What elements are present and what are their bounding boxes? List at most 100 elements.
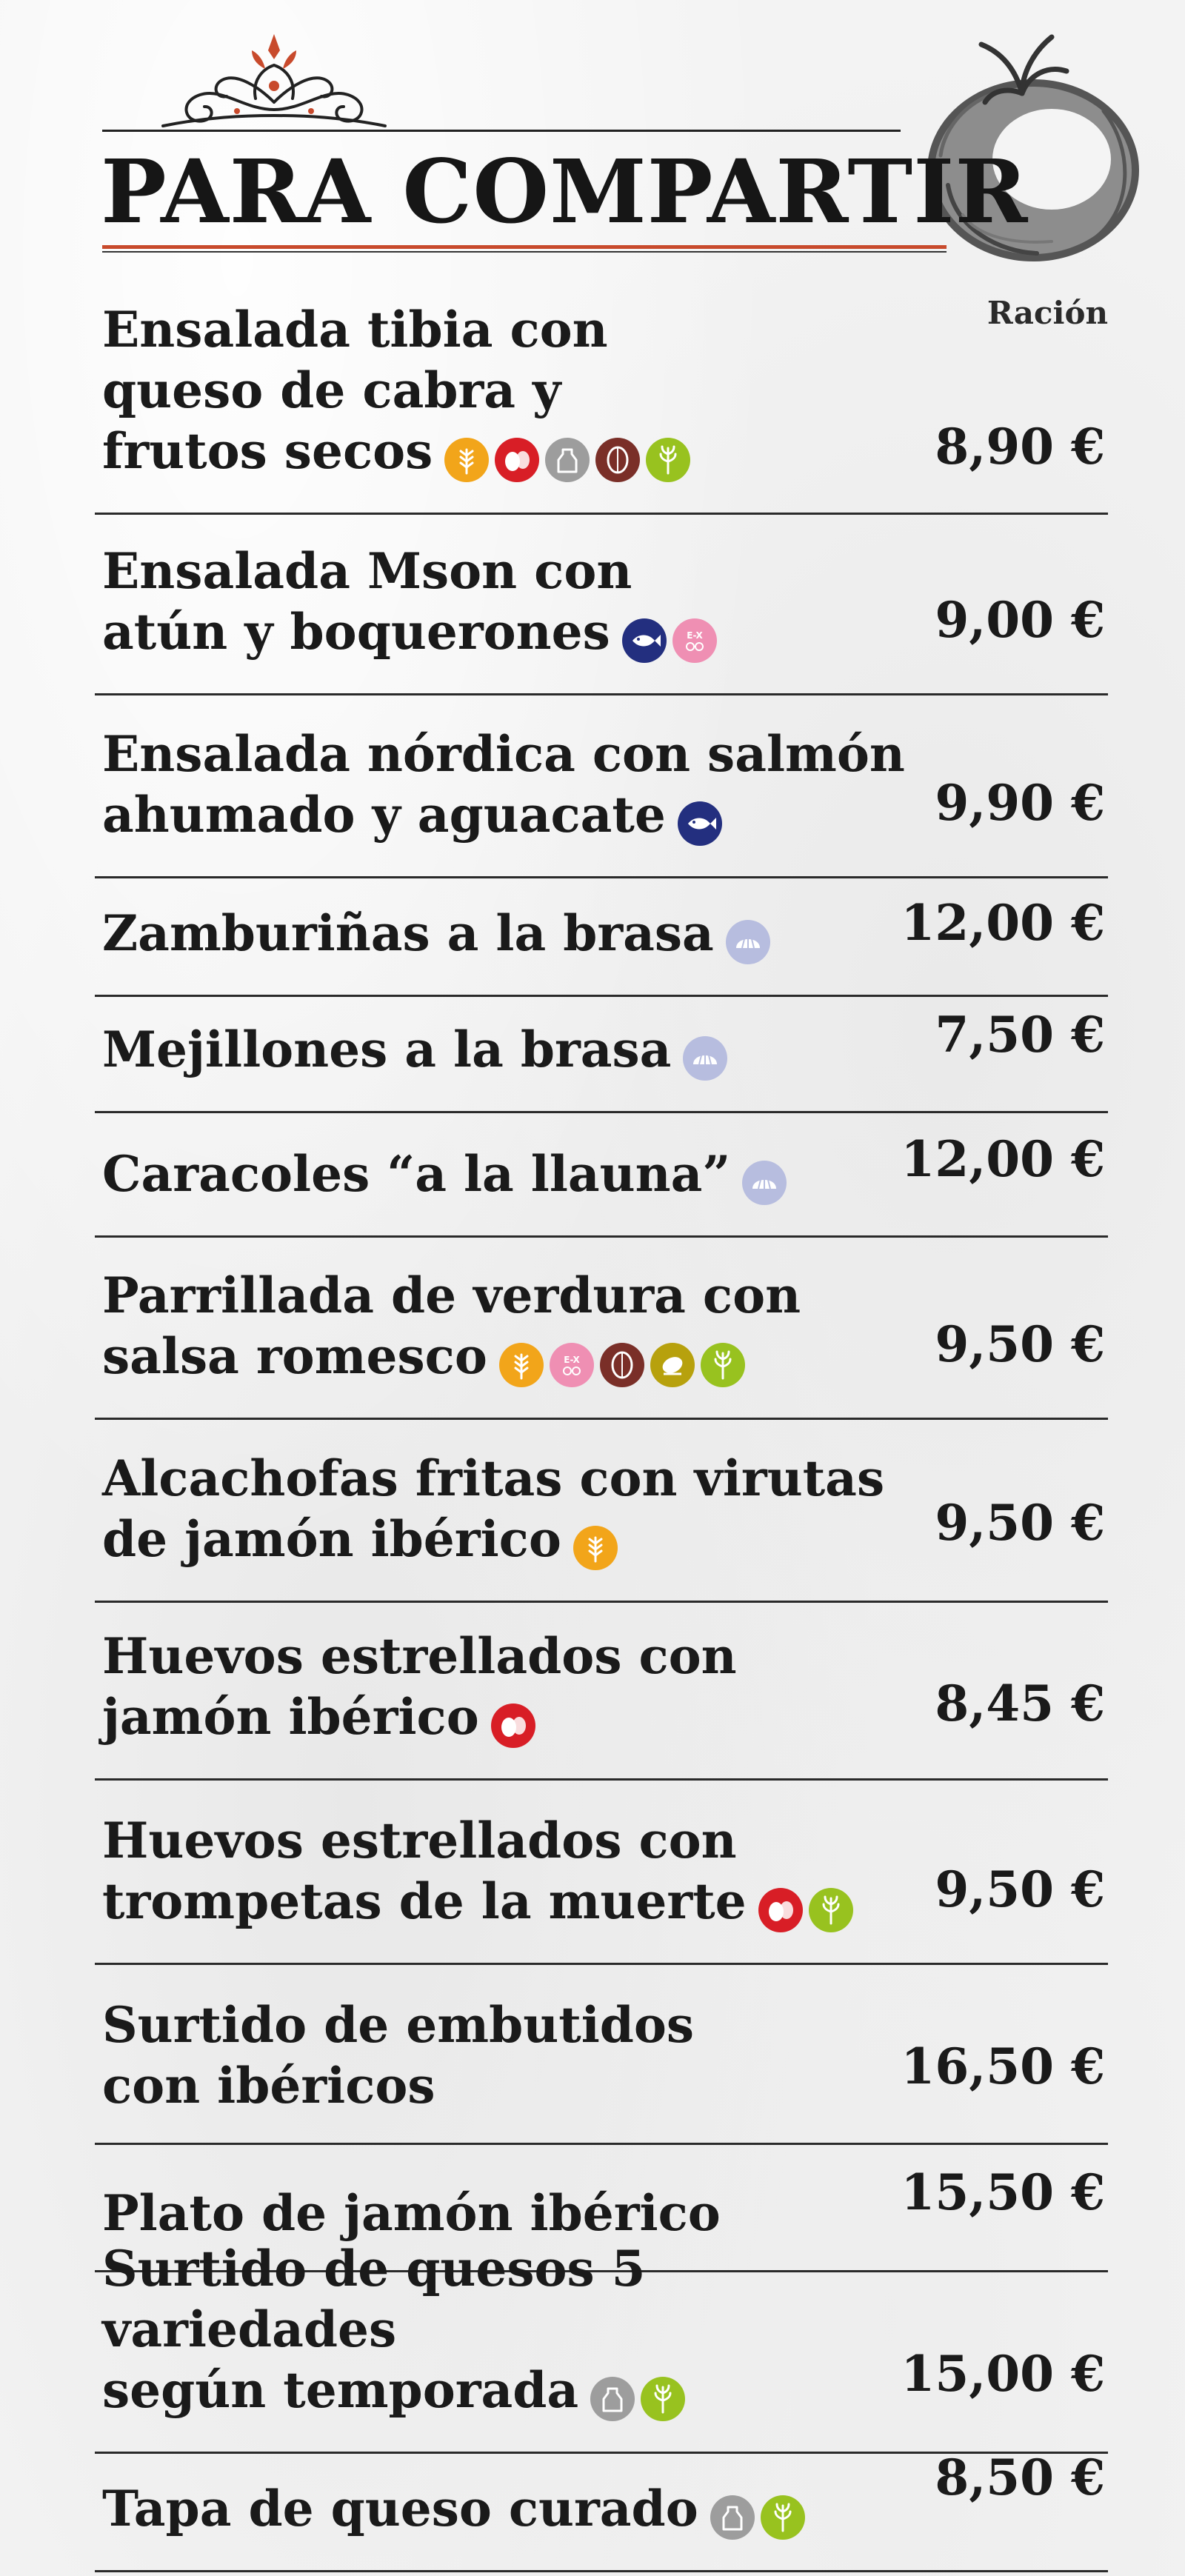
allergen-icons xyxy=(573,1513,624,1574)
ornament-flourish xyxy=(161,34,387,127)
celery-icon xyxy=(760,2495,805,2540)
celery-icon xyxy=(700,1343,745,1387)
menu-item-price: 15,00 € xyxy=(901,2345,1105,2403)
menu-item: Parrillada de verdura con salsa romesco E-… xyxy=(95,1235,1108,1420)
menu-item-price: 9,50 € xyxy=(935,1861,1105,1918)
menu-item-price: 12,00 € xyxy=(901,894,1105,952)
menu-item-name-line: Mejillones a la brasa xyxy=(102,1021,672,1078)
menu-item-name: Surtido de embutidos con ibéricos xyxy=(102,1995,915,2116)
allergen-icons xyxy=(742,1148,792,1209)
gluten-icon xyxy=(444,438,490,482)
page-title: PARA COMPARTIR xyxy=(101,140,1029,243)
title-underline xyxy=(102,251,947,253)
menu-item-name: Huevos estrellados con jamón ibérico xyxy=(102,1626,915,1752)
title-underline-accent xyxy=(102,245,947,249)
celery-icon xyxy=(808,1888,853,1932)
menu-item-price: 9,50 € xyxy=(935,1315,1105,1373)
menu-item-name-line: frutos secos xyxy=(102,422,433,480)
menu-item-name-line: salsa romesco xyxy=(102,1327,487,1385)
menu-item: Mejillones a la brasa 7,50 € xyxy=(95,995,1108,1113)
menu-item-price: 8,50 € xyxy=(935,2449,1105,2506)
egg-icon xyxy=(495,438,540,482)
menu-item: Alcachofas fritas con virutas de jamón ib… xyxy=(95,1418,1108,1603)
menu-item: Zamburiñas a la brasa 12,00 € xyxy=(95,876,1108,997)
menu-item-name-line: Ensalada nórdica con salmón xyxy=(102,725,905,783)
allergen-icons: E-X xyxy=(621,606,723,667)
menu-item-name-line: con ibéricos xyxy=(102,2057,435,2115)
allergen-icons xyxy=(683,1024,733,1084)
egg-icon xyxy=(490,1704,535,1748)
menu-item-price: 16,50 € xyxy=(901,2038,1105,2095)
menu-item-name-line: Parrillada de verdura con xyxy=(102,1267,801,1324)
menu-item: Caracoles “a la llauna” 12,00 € xyxy=(95,1111,1108,1238)
dairy-icon xyxy=(545,438,590,482)
menu-item-name-line: Ensalada Mson con xyxy=(102,542,632,600)
top-rule xyxy=(102,130,901,132)
sulphite-icon: E-X xyxy=(672,618,717,663)
menu-item: Huevos estrellados con jamón ibérico 8,45 … xyxy=(95,1601,1108,1781)
menu-item: Surtido de embutidos con ibéricos 16,50 € xyxy=(95,1963,1108,2145)
menu-item-name: Huevos estrellados con trompetas de la mu… xyxy=(102,1810,915,1936)
menu-item-price: 8,90 € xyxy=(935,418,1105,476)
menu-item-name-line: Surtido de quesos 5 variedades xyxy=(102,2240,646,2358)
menu-item-name-line: de jamón ibérico xyxy=(102,1510,561,1568)
menu-item-name-line: Caracoles “a la llauna” xyxy=(102,1145,731,1203)
menu-item-name-line: Tapa de queso curado xyxy=(102,2480,698,2537)
menu-item-price: 9,50 € xyxy=(935,1494,1105,1552)
nut-icon xyxy=(599,1343,644,1387)
egg-icon xyxy=(758,1888,803,1932)
allergen-icons xyxy=(725,907,776,968)
menu-item-name: Tapa de queso curado xyxy=(102,2478,915,2543)
shellfish-icon xyxy=(725,920,770,964)
nut-icon xyxy=(595,438,641,482)
allergen-icons: E-X xyxy=(498,1330,751,1391)
menu-item-name-line: trompetas de la muerte xyxy=(102,1872,747,1930)
menu-item-name-line: Huevos estrellados con xyxy=(102,1812,737,1869)
menu-item: Ensalada nórdica con salmón ahumado y agu… xyxy=(95,693,1108,878)
celery-icon xyxy=(646,438,691,482)
menu-item-name-line: atún y boquerones xyxy=(102,603,610,661)
allergen-icons xyxy=(710,2483,811,2543)
menu-item-name: Ensalada tibia con queso de cabra y frutos… xyxy=(102,299,915,486)
fish-icon xyxy=(677,801,722,846)
menu-item-name: Surtido de quesos 5 variedades según temp… xyxy=(102,2238,915,2425)
svg-text:E-X: E-X xyxy=(564,1355,580,1365)
menu-item-name: Mejillones a la brasa xyxy=(102,1019,915,1084)
menu-item-name: Ensalada Mson con atún y boquerones E-X xyxy=(102,541,915,667)
menu-item-name-line: según temporada xyxy=(102,2361,579,2419)
shellfish-icon xyxy=(742,1161,787,1205)
allergen-icons xyxy=(590,2364,691,2425)
menu-item-name-line: Surtido de embutidos xyxy=(102,1996,695,2054)
menu-item-price: 15,50 € xyxy=(901,2163,1105,2221)
fish-icon xyxy=(621,618,667,663)
menu-item-name-line: jamón ibérico xyxy=(102,1688,479,1746)
menu-item-price: 8,45 € xyxy=(935,1675,1105,1732)
menu-item-price: 9,00 € xyxy=(935,591,1105,649)
celery-icon xyxy=(641,2377,686,2421)
menu-item-price: 12,00 € xyxy=(901,1130,1105,1188)
svg-text:E-X: E-X xyxy=(687,630,703,641)
menu-item-name-line: Alcachofas fritas con virutas xyxy=(102,1449,885,1507)
gluten-icon xyxy=(498,1343,544,1387)
menu-item-name: Zamburiñas a la brasa xyxy=(102,903,915,968)
dairy-icon xyxy=(590,2377,635,2421)
menu-item-name: Ensalada nórdica con salmón ahumado y agu… xyxy=(102,724,915,850)
menu-item-name-line: Ensalada tibia con xyxy=(102,301,608,358)
sesame-icon xyxy=(650,1343,695,1387)
allergen-icons xyxy=(490,1691,541,1752)
allergen-icons xyxy=(758,1875,859,1936)
menu-item-name-line: Zamburiñas a la brasa xyxy=(102,904,714,962)
menu-item-price: 9,90 € xyxy=(935,774,1105,832)
menu-item-price: 7,50 € xyxy=(935,1006,1105,1064)
menu-item: Ensalada Mson con atún y boquerones E-X 9,0… xyxy=(95,513,1108,695)
menu-item-name-line: queso de cabra y xyxy=(102,361,561,419)
menu-item-name-line: Plato de jamón ibérico xyxy=(102,2184,721,2242)
menu-item-name-line: Huevos estrellados con xyxy=(102,1627,737,1685)
shellfish-icon xyxy=(683,1036,728,1081)
allergen-icons xyxy=(444,425,696,486)
dairy-icon xyxy=(710,2495,755,2540)
menu-item: Tapa de queso curado 8,50 € xyxy=(95,2449,1108,2572)
allergen-icons xyxy=(677,789,728,850)
gluten-icon xyxy=(573,1526,618,1570)
menu-item-name: Plato de jamón ibérico xyxy=(102,2183,915,2243)
